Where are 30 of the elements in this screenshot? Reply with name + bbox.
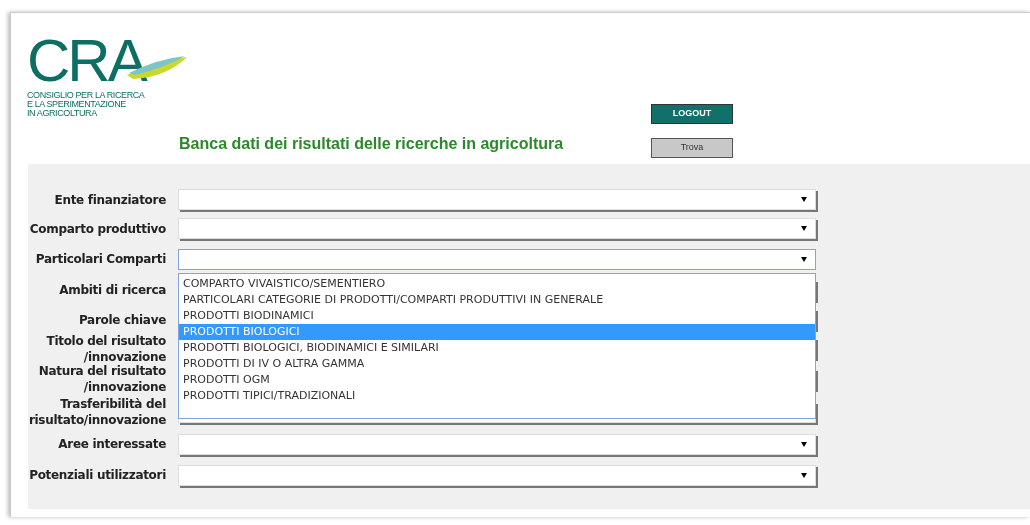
dropdown-caret-icon (801, 197, 807, 202)
field-label: Ente finanziatore (54, 191, 166, 208)
logo-subtitle: E LA SPERIMENTAZIONE (27, 100, 127, 109)
logo-subtitle: CONSIGLIO PER LA RICERCA (27, 91, 146, 100)
logo-subtitle: IN AGRICOLTURA (27, 109, 98, 118)
dropdown-option[interactable]: PRODOTTI DI IV O ALTRA GAMMA (179, 356, 815, 372)
field-label: Aree interessate (58, 436, 166, 452)
dropdown-caret-icon (801, 441, 807, 447)
dropdown-caret-icon (801, 472, 807, 478)
field-label: Parole chiave (78, 311, 166, 328)
select-field[interactable] (178, 248, 816, 270)
logout-button[interactable]: LOGOUT (651, 104, 733, 124)
field-label: Comparto produttivo (29, 220, 166, 237)
field-label: Trasferibilità del risultato/innovazione (28, 396, 166, 428)
logo-text: CRA (27, 33, 145, 89)
dropdown-option[interactable]: PRODOTTI TIPICI/TRADIZIONALI (179, 388, 815, 404)
dropdown-caret-icon (801, 256, 807, 262)
field-label: Natura del risultato /innovazione (37, 363, 166, 395)
dropdown-option[interactable]: PRODOTTI OGM (179, 372, 815, 388)
field-label: Titolo del risultato /innovazione (45, 332, 166, 365)
field-label: Potenziali utilizzatori (29, 467, 166, 483)
dropdown-option[interactable]: PRODOTTI BIOLOGICI, BIODINAMICI E SIMILARI (179, 340, 815, 356)
field-label: Ambiti di ricerca (59, 282, 166, 298)
field-label: Particolari Comparti (35, 251, 166, 267)
search-button[interactable]: Trova (651, 138, 733, 158)
dropdown-option[interactable]: PRODOTTI BIODINAMICI (179, 308, 815, 324)
page-title: Banca dati dei risultati delle ricerche in agricoltura (179, 135, 564, 152)
dropdown-caret-icon (801, 226, 807, 231)
dropdown-option[interactable]: COMPARTO VIVAISTICO/SEMENTIERO (179, 276, 815, 292)
dropdown-option[interactable]: PARTICOLARI CATEGORIE DI PRODOTTI/COMPARTI PRODUTTIVI IN GENERALE (179, 292, 815, 308)
